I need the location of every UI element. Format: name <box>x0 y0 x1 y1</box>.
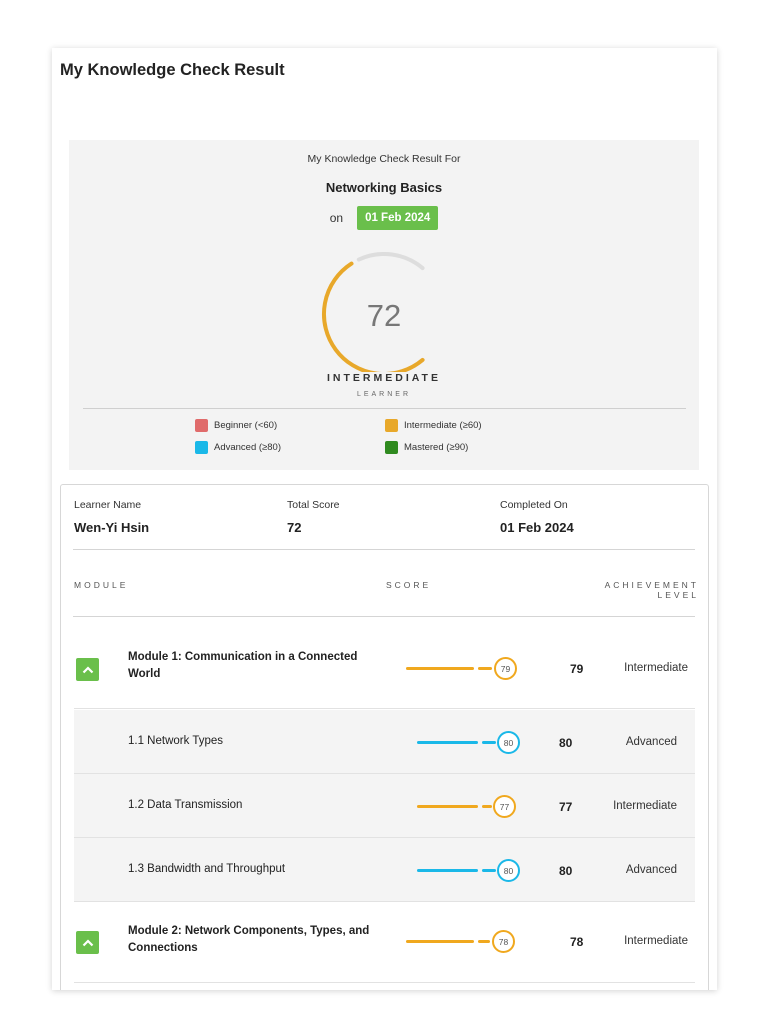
gauge-score: 72 <box>366 298 402 333</box>
score-bar-end <box>478 940 490 943</box>
column-header-score: SCORE <box>386 580 432 590</box>
score-marker: 79 <box>494 657 517 680</box>
module-title: Module 2: Network Components, Types, and… <box>128 925 370 954</box>
legend-advanced: Advanced (≥80) <box>195 441 281 454</box>
legend-swatch <box>385 419 398 432</box>
legend-label: Advanced (≥80) <box>214 442 282 453</box>
chevron-up-icon <box>82 665 93 673</box>
lesson-row: 1.2 Data Transmission 77 77 Intermediate <box>74 774 695 838</box>
summary-panel: My Knowledge Check Result For Networking… <box>69 140 699 470</box>
score-bar <box>417 869 478 872</box>
result-card: My Knowledge Check Result My Knowledge C… <box>52 48 717 990</box>
score-marker: 80 <box>497 731 520 754</box>
score-marker: 77 <box>493 795 516 818</box>
page-title: My Knowledge Check Result <box>60 61 285 79</box>
level-label: INTERMEDIATE <box>327 372 441 384</box>
legend-swatch <box>195 441 208 454</box>
on-label: on <box>329 211 344 225</box>
score-bar <box>406 940 474 943</box>
column-header-module: MODULE <box>74 580 129 590</box>
score-bar-end <box>482 741 496 744</box>
score-bar-end <box>482 805 492 808</box>
divider <box>73 616 695 617</box>
learner-name-label: Learner Name <box>74 499 142 511</box>
module-row: Module 1: Communication in a Connected W… <box>74 631 695 709</box>
score-marker: 80 <box>497 859 520 882</box>
module-score: 79 <box>570 662 584 676</box>
score-bar-end <box>478 667 492 670</box>
column-header-achievement-line2: LEVEL <box>657 590 699 600</box>
total-score-value: 72 <box>287 520 302 535</box>
chevron-up-icon <box>82 938 93 946</box>
score-bar-end <box>482 869 496 872</box>
lesson-row: 1.1 Network Types 80 80 Advanced <box>74 710 695 774</box>
divider <box>73 549 695 550</box>
lesson-title: 1.3 Bandwidth and Throughput <box>128 863 286 875</box>
expand-module-button[interactable] <box>76 658 99 681</box>
achievement-level: Intermediate <box>624 935 688 947</box>
legend-label: Mastered (≥90) <box>404 442 469 453</box>
column-header-achievement: ACHIEVEMENT LEVEL <box>605 580 699 600</box>
column-header-achievement-line1: ACHIEVEMENT <box>604 580 699 590</box>
legend-label: Beginner (<60) <box>214 420 278 431</box>
total-score-label: Total Score <box>287 499 340 511</box>
summary-divider <box>83 408 686 409</box>
score-bar <box>406 667 474 670</box>
legend-label: Intermediate (≥60) <box>404 420 482 431</box>
legend-mastered: Mastered (≥90) <box>385 441 468 454</box>
details-panel: Learner Name Wen-Yi Hsin Total Score 72 … <box>60 484 709 990</box>
legend-swatch <box>195 419 208 432</box>
achievement-level: Intermediate <box>624 662 688 674</box>
lesson-score: 80 <box>559 864 573 878</box>
score-marker: 78 <box>492 930 515 953</box>
module-row: Module 2: Network Components, Types, and… <box>74 903 695 983</box>
lesson-score: 77 <box>559 800 573 814</box>
completed-on-value: 01 Feb 2024 <box>500 520 574 535</box>
result-for-label: My Knowledge Check Result For <box>307 153 461 165</box>
lesson-title: 1.2 Data Transmission <box>128 799 243 811</box>
score-bar <box>417 805 478 808</box>
achievement-level: Intermediate <box>613 800 677 812</box>
lesson-score: 80 <box>559 736 573 750</box>
legend-intermediate: Intermediate (≥60) <box>385 419 482 432</box>
learner-name-value: Wen-Yi Hsin <box>74 520 150 535</box>
score-gauge: 72 <box>314 252 454 376</box>
legend-beginner: Beginner (<60) <box>195 419 277 432</box>
date-badge: 01 Feb 2024 <box>357 206 439 230</box>
gauge-track <box>356 252 425 271</box>
level-sub-label: LEARNER <box>356 391 412 398</box>
score-bar <box>417 741 478 744</box>
legend-swatch <box>385 441 398 454</box>
completed-on-label: Completed On <box>500 499 568 511</box>
expand-module-button[interactable] <box>76 931 99 954</box>
date-row: on 01 Feb 2024 <box>69 206 699 230</box>
lesson-row: 1.3 Bandwidth and Throughput 80 80 Advan… <box>74 838 695 902</box>
module-title: Module 1: Communication in a Connected W… <box>128 651 358 680</box>
course-name: Networking Basics <box>325 180 443 195</box>
module-score: 78 <box>570 935 584 949</box>
lesson-title: 1.1 Network Types <box>128 735 224 747</box>
achievement-level: Advanced <box>625 736 677 748</box>
achievement-level: Advanced <box>625 864 677 876</box>
page: My Knowledge Check Result My Knowledge C… <box>0 0 768 1024</box>
